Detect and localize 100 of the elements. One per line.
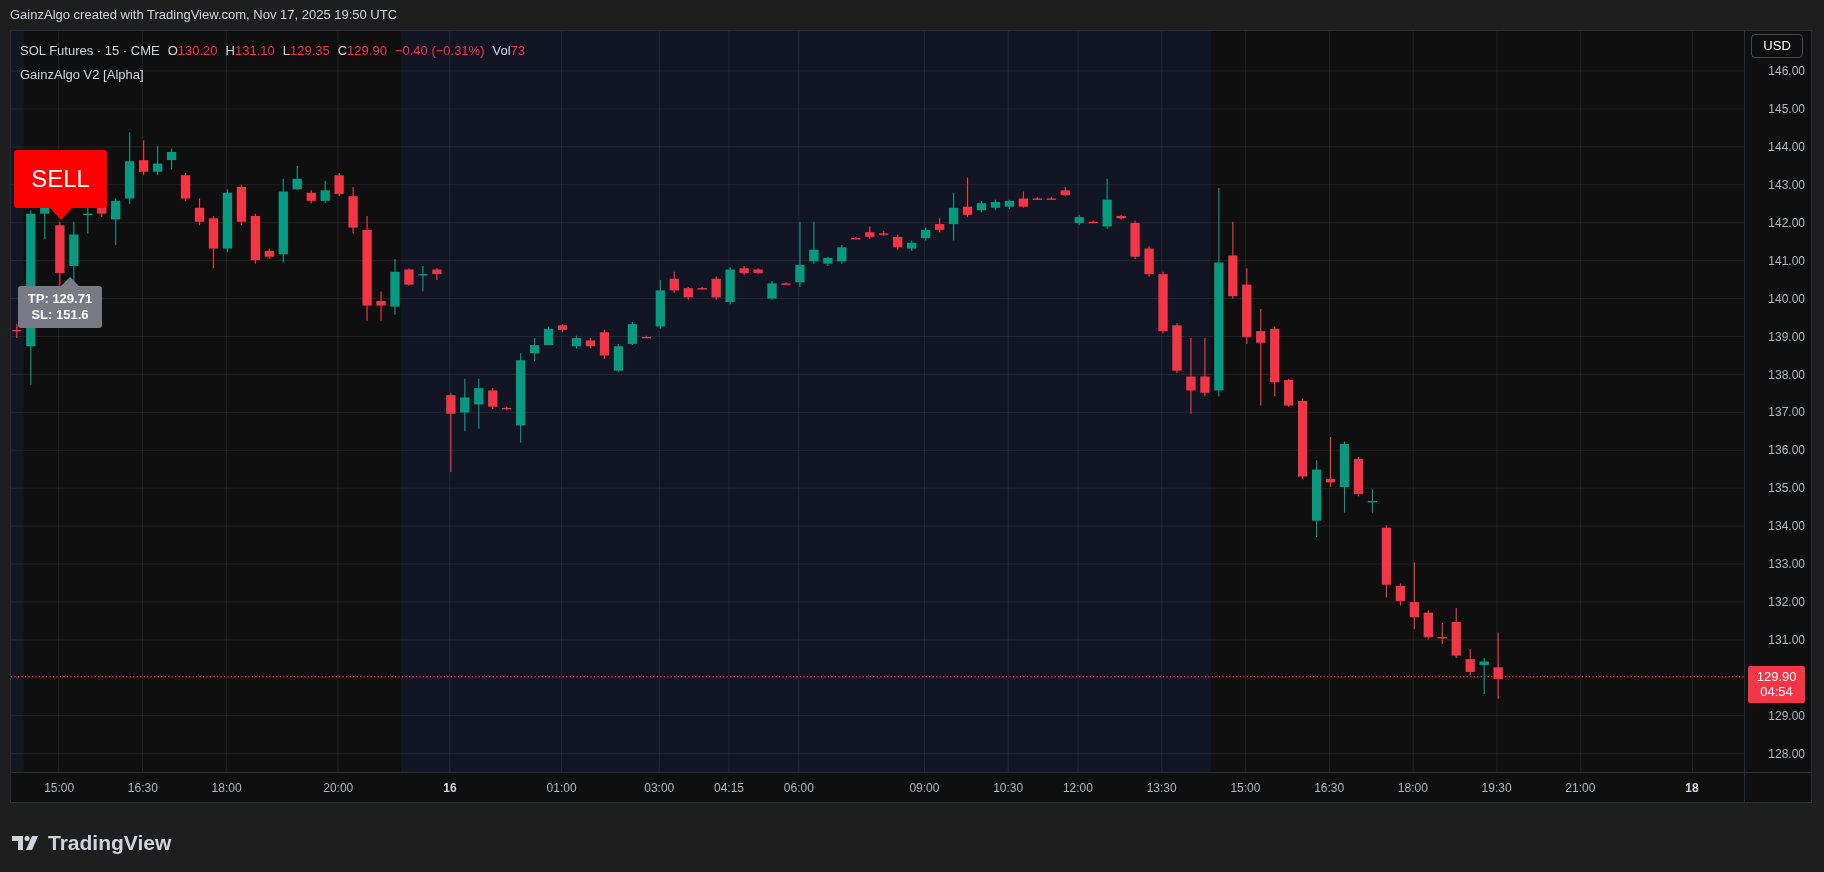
time-label: 15:00 xyxy=(1230,781,1261,795)
time-label: 09:00 xyxy=(909,781,940,795)
candle xyxy=(837,244,847,265)
candle xyxy=(1493,631,1503,700)
time-label: 04:15 xyxy=(714,781,745,795)
time-label: 18:00 xyxy=(1397,781,1428,795)
price-label: 145.00 xyxy=(1768,102,1805,117)
candle xyxy=(180,172,191,202)
candle xyxy=(376,291,386,322)
price-label: 136.00 xyxy=(1768,443,1805,458)
price-label: 142.00 xyxy=(1768,215,1805,230)
candle xyxy=(55,221,65,287)
candle xyxy=(753,267,763,275)
candle xyxy=(1074,214,1084,226)
candle xyxy=(1353,456,1364,497)
candle xyxy=(334,172,344,197)
symbol-name[interactable]: SOL Futures · 15 · CME xyxy=(20,41,160,61)
attribution-text: GainzAlgo created with TradingView.com, Nov 17, 2025 19:50 UTC xyxy=(10,6,398,25)
time-label: 19:30 xyxy=(1481,781,1512,795)
candle xyxy=(1018,190,1029,209)
candle xyxy=(1102,178,1112,230)
time-label: 18:00 xyxy=(211,781,242,795)
time-label: 20:00 xyxy=(323,781,354,795)
candle xyxy=(1130,220,1140,260)
time-label: 15:00 xyxy=(44,781,75,795)
price-change: −0.40 (−0.31%) xyxy=(394,42,485,60)
time-label: 18 xyxy=(1685,781,1699,795)
time-label: 01:00 xyxy=(546,781,577,795)
time-label: 03:00 xyxy=(644,781,675,795)
candle xyxy=(907,239,917,252)
candle xyxy=(543,325,554,346)
candle xyxy=(739,265,749,276)
candle xyxy=(1158,271,1168,335)
indicator-name[interactable]: GainzAlgo V2 [Alpha] xyxy=(20,64,526,84)
candle xyxy=(585,337,596,350)
price-label: 132.00 xyxy=(1768,595,1805,610)
candle xyxy=(1395,582,1406,607)
candle xyxy=(1479,657,1489,695)
time-label: 16:30 xyxy=(127,781,158,795)
candle xyxy=(669,271,679,294)
candle xyxy=(264,247,274,260)
ohlc-value: L129.35 xyxy=(282,42,330,60)
price-label: 143.00 xyxy=(1768,178,1805,192)
sell-signal-label: SELL xyxy=(14,150,107,208)
volume-value: Vol73 xyxy=(492,42,526,60)
candle xyxy=(208,215,219,269)
candle xyxy=(1032,196,1042,201)
candle xyxy=(432,267,442,281)
ohlc-value: H131.10 xyxy=(225,42,275,60)
price-label: 134.00 xyxy=(1768,519,1805,534)
price-label: 144.00 xyxy=(1768,140,1805,155)
time-label: 12:00 xyxy=(1062,781,1093,795)
price-label: 133.00 xyxy=(1768,557,1805,572)
candle xyxy=(1409,562,1419,630)
price-label: 141.00 xyxy=(1768,253,1805,268)
candle xyxy=(655,279,665,330)
candle xyxy=(627,321,638,346)
price-label: 135.00 xyxy=(1768,481,1805,496)
price-label: 146.00 xyxy=(1768,64,1805,79)
price-label: 137.00 xyxy=(1768,405,1805,420)
candle xyxy=(879,230,889,237)
time-label: 13:30 xyxy=(1146,781,1177,795)
candle xyxy=(348,186,358,234)
candle xyxy=(934,217,945,233)
time-label: 16 xyxy=(443,781,457,795)
candle xyxy=(1451,607,1461,659)
candle xyxy=(111,197,121,246)
candle xyxy=(767,280,777,301)
candle xyxy=(530,337,540,362)
time-label: 10:30 xyxy=(993,781,1024,795)
candle xyxy=(865,225,875,240)
candle xyxy=(1172,322,1182,374)
pointer-icon xyxy=(61,277,79,286)
candle xyxy=(683,286,693,301)
candle xyxy=(976,200,987,214)
candle xyxy=(460,378,470,432)
candle xyxy=(1367,488,1378,514)
currency-button[interactable]: USD xyxy=(1751,34,1804,58)
candle xyxy=(1088,220,1098,224)
candle xyxy=(1465,648,1475,677)
price-label: 139.00 xyxy=(1768,329,1805,344)
candle xyxy=(250,213,260,265)
time-label: 21:00 xyxy=(1565,781,1596,795)
candle xyxy=(1004,199,1015,210)
candle xyxy=(809,221,819,265)
ohlc-value: C129.90 xyxy=(337,42,387,60)
candle xyxy=(851,236,861,240)
target-box: TP: 129.71 SL: 151.6 xyxy=(18,286,102,328)
candle xyxy=(599,329,610,360)
candle xyxy=(557,323,568,333)
candle xyxy=(320,180,330,204)
price-label: 138.00 xyxy=(1768,367,1805,382)
candle xyxy=(795,221,805,288)
last-price-badge: 129.90 04:54 xyxy=(1748,665,1806,703)
candle xyxy=(823,256,833,267)
candle xyxy=(292,165,302,191)
candle xyxy=(920,227,931,241)
candle xyxy=(390,258,400,316)
candle xyxy=(948,192,959,241)
candle xyxy=(1284,378,1294,408)
